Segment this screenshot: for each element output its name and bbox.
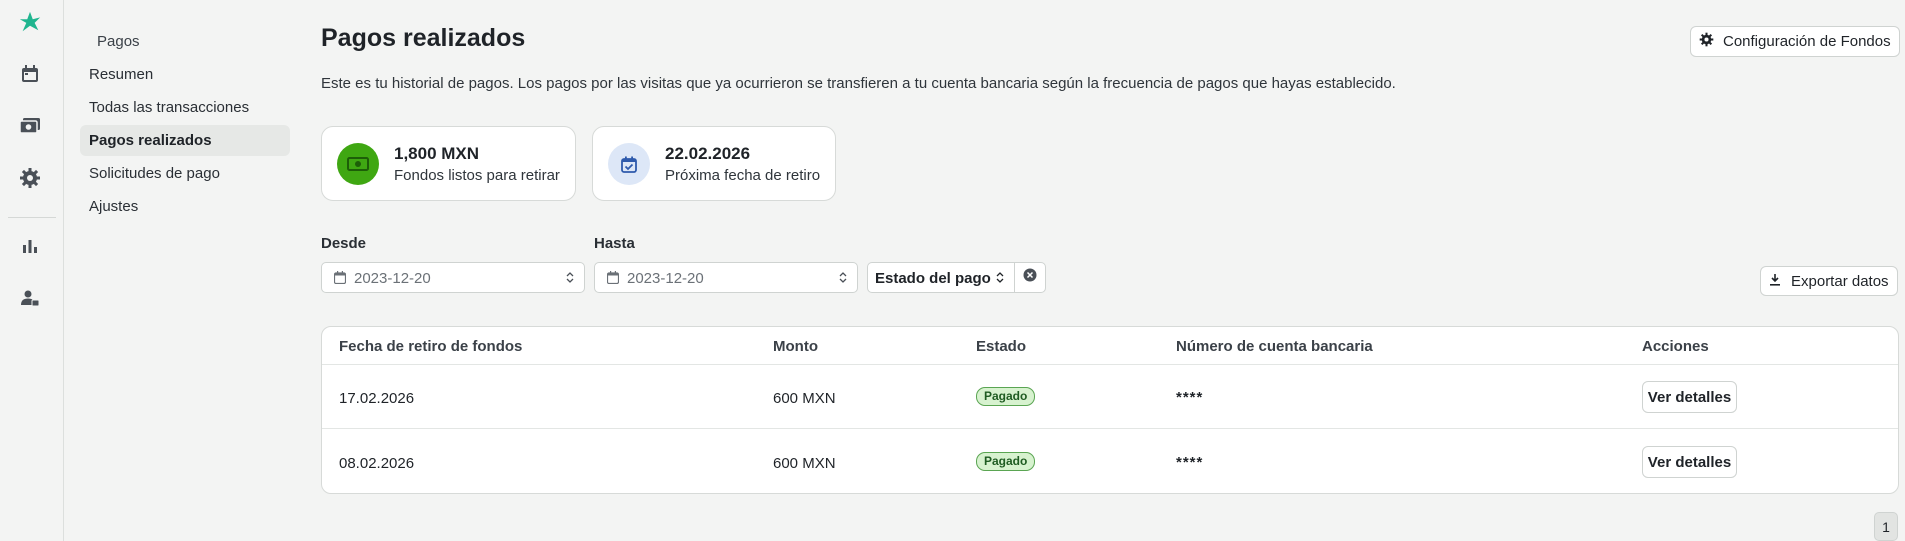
row-account-masked: **** [1176, 389, 1204, 406]
calendar-icon[interactable] [18, 62, 42, 86]
row-account-masked: **** [1176, 454, 1204, 471]
calendar-icon [333, 271, 347, 289]
card-funds-available: 1,800 MXN Fondos listos para retirar [321, 126, 576, 201]
column-header-actions: Acciones [1642, 338, 1709, 355]
chevron-updown-icon [839, 271, 847, 289]
page-title: Pagos realizados [321, 24, 526, 52]
from-date-value: 2023-12-20 [354, 270, 431, 287]
view-details-button[interactable]: Ver detalles [1642, 381, 1737, 413]
submenu-item-pagos-realizados[interactable]: Pagos realizados [80, 125, 290, 156]
payouts-table: Fecha de retiro de fondos Monto Estado N… [321, 326, 1899, 494]
pagination-page-button[interactable]: 1 [1874, 512, 1898, 541]
column-header-amount[interactable]: Monto [773, 338, 818, 355]
settings-icon[interactable] [18, 166, 42, 190]
to-date-value: 2023-12-20 [627, 270, 704, 287]
icon-rail [0, 0, 64, 541]
status-badge: Pagado [976, 387, 1036, 406]
column-header-account[interactable]: Número de cuenta bancaria [1176, 338, 1373, 355]
chevron-updown-icon [566, 271, 574, 289]
payment-status-select[interactable]: Estado del pago [867, 262, 1015, 293]
header-divider [322, 364, 1898, 365]
card-next-withdrawal: 22.02.2026 Próxima fecha de retiro [592, 126, 836, 201]
export-data-button[interactable]: Exportar datos [1760, 266, 1898, 296]
download-icon [1769, 273, 1781, 290]
chevron-updown-icon [996, 271, 1004, 289]
export-data-label: Exportar datos [1791, 272, 1889, 290]
submenu-item-todas-transacciones[interactable]: Todas las transacciones [80, 92, 290, 123]
row-divider [322, 428, 1898, 429]
payment-status-value: Estado del pago [875, 270, 991, 287]
next-withdrawal-label: Próxima fecha de retiro [665, 167, 821, 184]
column-header-status[interactable]: Estado [976, 338, 1026, 355]
submenu-item-ajustes[interactable]: Ajustes [80, 191, 290, 222]
payments-icon[interactable] [18, 114, 42, 138]
column-header-date[interactable]: Fecha de retiro de fondos [339, 338, 522, 355]
funds-available-label: Fondos listos para retirar [394, 167, 560, 184]
cash-icon [337, 143, 379, 185]
to-label: Hasta [594, 235, 635, 252]
row-date: 08.02.2026 [339, 455, 415, 472]
calendar-icon [606, 271, 620, 289]
staff-icon[interactable] [18, 286, 42, 310]
row-amount: 600 MXN [773, 390, 836, 407]
clear-filter-button[interactable] [1014, 262, 1046, 293]
page-description: Este es tu historial de pagos. Los pagos… [321, 75, 1396, 92]
row-date: 17.02.2026 [339, 390, 415, 407]
from-date-input[interactable]: 2023-12-20 [321, 262, 585, 293]
from-label: Desde [321, 235, 367, 252]
logo-icon[interactable] [18, 10, 42, 34]
rail-divider [8, 217, 56, 218]
funds-config-button[interactable]: Configuración de Fondos [1690, 26, 1900, 57]
submenu-item-resumen[interactable]: Resumen [80, 59, 290, 90]
funds-available-value: 1,800 MXN [394, 144, 480, 163]
gear-icon [1699, 32, 1714, 51]
to-date-input[interactable]: 2023-12-20 [594, 262, 858, 293]
close-circle-icon [1023, 268, 1037, 287]
status-badge: Pagado [976, 452, 1036, 471]
calendar-check-icon [608, 143, 650, 185]
funds-config-label: Configuración de Fondos [1723, 33, 1891, 50]
submenu-heading: Pagos [97, 33, 140, 50]
view-details-button[interactable]: Ver detalles [1642, 446, 1737, 478]
analytics-icon[interactable] [18, 234, 42, 258]
row-amount: 600 MXN [773, 455, 836, 472]
next-withdrawal-value: 22.02.2026 [665, 144, 751, 163]
submenu-item-solicitudes-pago[interactable]: Solicitudes de pago [80, 158, 290, 189]
